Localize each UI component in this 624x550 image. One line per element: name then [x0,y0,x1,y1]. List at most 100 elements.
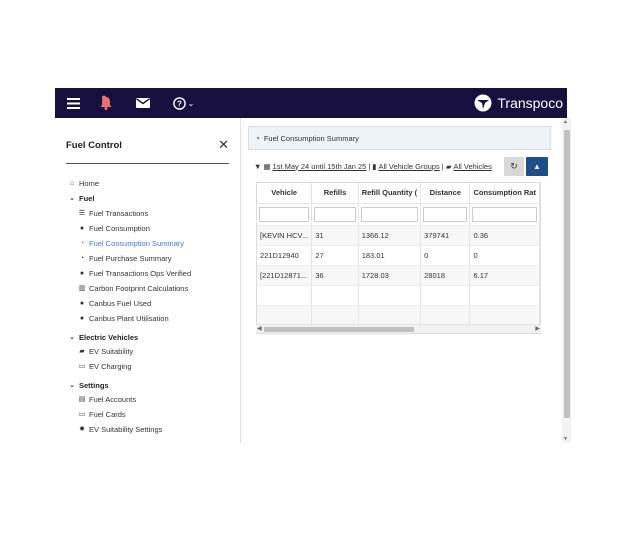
close-icon[interactable]: ✕ [218,137,229,153]
column-header-consumption-rate[interactable]: Consumption Rat [469,183,540,203]
cell-vehicle: [KEVIN HCV... [257,224,313,245]
help-icon[interactable]: ? [171,88,187,118]
upload-icon: ▲ [533,162,541,171]
scroll-left-icon[interactable]: ◀ [257,325,262,332]
cell-vehicle: [221D12871... [257,264,313,285]
drop-icon: ● [79,269,85,277]
home-icon: ⌂ [69,179,75,187]
scrollbar-thumb[interactable] [564,130,570,418]
header-row: Vehicle Refills Refill Quantity ( Distan… [257,183,540,203]
refresh-icon: ↻ [510,161,518,171]
cell-refills: 36 [311,264,359,285]
gear-icon: ✹ [79,426,85,433]
bar-chart-icon: ▥ [78,285,86,292]
sidebar-item-ev-suitability[interactable]: ▰ EV Suitability [77,345,133,357]
filter-input-refills[interactable] [314,206,356,222]
column-header-refill-quantity[interactable]: Refill Quantity ( [358,183,422,203]
scroll-right-icon[interactable]: ▶ [535,325,540,332]
chevron-down-icon: ⌄ [69,382,75,389]
drop-icon: ● [79,299,85,307]
plug-icon: ▭ [78,363,86,370]
sidebar-item-carbon-footprint[interactable]: ▥ Carbon Footprint Calculations [77,282,189,294]
filter-icon[interactable]: ▼ [254,162,261,171]
cell-consumption-rate: 0.36 [469,224,540,245]
dashboard-icon: ◔ [79,254,85,262]
filter-separator: | [368,161,371,171]
sidebar-group-fuel[interactable]: ⌄ Fuel [67,192,94,204]
vertical-scrollbar[interactable]: ▲ ▼ [562,118,571,443]
sidebar-item-fuel-consumption[interactable]: ● Fuel Consumption [77,222,150,234]
filter-separator: | [441,161,444,171]
scroll-down-icon[interactable]: ▼ [563,436,568,442]
filter-input-consumption-rate[interactable] [472,206,537,222]
sidebar-item-ev-suitability-settings[interactable]: ✹ EV Suitability Settings [77,423,162,435]
chevron-down-icon: ⌄ [69,195,75,202]
filter-input-vehicle[interactable] [259,206,310,222]
sidebar-item-fuel-transactions-ops-verified[interactable]: ● Fuel Transactions Ops Verified [77,267,191,279]
sidebar-group-electric-vehicles[interactable]: ⌄ Electric Vehicles [67,331,138,343]
date-range-link[interactable]: 1st May 24 until 15th Jan 25 [273,162,367,171]
chevron-down-icon: ⌄ [69,334,75,341]
filter-input-refill-quantity[interactable] [360,206,419,222]
column-header-vehicle[interactable]: Vehicle [257,183,313,203]
mail-icon[interactable] [135,88,151,118]
transpoco-logo-icon [474,94,492,112]
sidebar-item-fuel-accounts[interactable]: ▤ Fuel Accounts [77,393,136,405]
car-icon: ▰ [445,161,452,171]
horizontal-scrollbar[interactable]: ◀ ▶ [256,324,541,333]
bell-icon[interactable] [97,88,115,118]
empty-row [257,284,540,305]
cell-vehicle: 221D12940 [257,244,313,265]
svg-text:?: ? [177,99,182,108]
sidebar-header: Fuel Control ✕ [66,137,229,164]
account-icon: ▤ [78,396,86,403]
sidebar-item-canbus-plant-utilisation[interactable]: ● Canbus Plant Utilisation [77,312,169,324]
cell-refill-quantity: 1728.03 [358,264,422,285]
table-row[interactable]: [KEVIN HCV... 31 1366.12 379741 0.36 [257,224,540,245]
sidebar-item-fuel-purchase-summary[interactable]: ◔ Fuel Purchase Summary [77,252,172,264]
sidebar-item-canbus-fuel-used[interactable]: ● Canbus Fuel Used [77,297,151,309]
sidebar-title: Fuel Control [66,140,122,151]
sidebar-item-fuel-transactions[interactable]: ☰ Fuel Transactions [77,207,148,219]
sidebar-item-home[interactable]: ⌂ Home [67,177,99,189]
data-grid: Vehicle Refills Refill Quantity ( Distan… [256,182,541,334]
sidebar-item-ev-charging[interactable]: ▭ EV Charging [77,360,132,372]
cell-refill-quantity: 1366.12 [358,224,422,245]
cell-distance: 28018 [420,264,471,285]
filter-row [257,202,540,225]
cell-refills: 27 [311,244,359,265]
sidebar-item-fuel-cards[interactable]: ▭ Fuel Cards [77,408,126,420]
table-row[interactable]: 221D12940 27 183.01 0 0 [257,244,540,265]
cell-refill-quantity: 183.01 [358,244,422,265]
column-header-distance[interactable]: Distance [420,183,471,203]
vehicle-groups-link[interactable]: All Vehicle Groups [378,162,439,171]
column-header-refills[interactable]: Refills [311,183,359,203]
sidebar-item-fuel-consumption-summary[interactable]: ◔ Fuel Consumption Summary [77,237,184,249]
table-row[interactable]: [221D12871... 36 1728.03 28018 6.17 [257,264,540,285]
export-button[interactable]: ▲ [526,157,548,176]
sidebar: Fuel Control ✕ ⌂ Home ⌄ Fuel ☰ Fuel Transac… [55,118,241,443]
refresh-button[interactable]: ↻ [504,157,524,176]
scrollbar-thumb[interactable] [264,327,414,332]
brand-logo: Transpoco [474,88,563,118]
cell-consumption-rate: 6.17 [469,264,540,285]
card-icon: ▭ [78,411,86,418]
panel-title: Fuel Consumption Summary [263,133,359,143]
truck-icon: ▮ [372,161,377,171]
car-icon: ▰ [79,348,85,355]
top-bar: ? ⌄ Transpoco [55,88,567,118]
panel-header: ◔ Fuel Consumption Summary [248,126,551,150]
vehicles-link[interactable]: All Vehicles [453,162,491,171]
scroll-up-icon[interactable]: ▲ [563,119,568,125]
brand-name: Transpoco [497,95,563,111]
app-window: ? ⌄ Transpoco Fuel Control ✕ ⌂ Home ⌄ Fuel… [55,88,571,443]
menu-icon[interactable] [65,88,81,118]
cell-consumption-rate: 0 [469,244,540,265]
calendar-icon: ▦ [263,161,271,171]
chevron-down-icon[interactable]: ⌄ [186,88,196,118]
filter-input-distance[interactable] [423,206,468,222]
drop-icon: ● [79,314,85,322]
dashboard-icon: ◔ [255,133,260,143]
cell-distance: 379741 [420,224,471,245]
sidebar-group-settings[interactable]: ⌄ Settings [67,379,109,391]
